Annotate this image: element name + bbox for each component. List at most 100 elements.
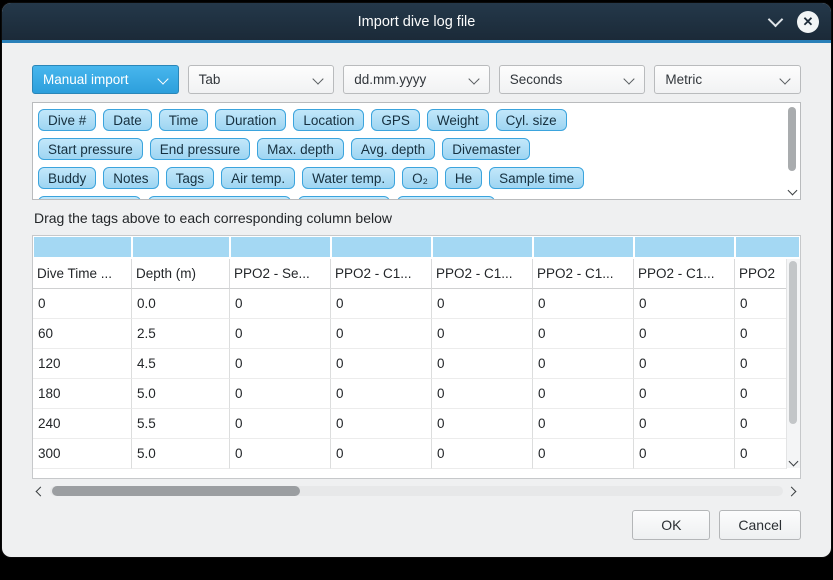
cancel-button[interactable]: Cancel: [719, 510, 801, 540]
tag-gps[interactable]: GPS: [371, 109, 420, 131]
table-cell: 0: [533, 409, 634, 439]
tag-max-depth[interactable]: Max. depth: [257, 138, 344, 160]
table-cell: 0: [533, 319, 634, 349]
combo-selected-value: dd.mm.yyyy: [354, 72, 426, 87]
table-cell: 0: [634, 349, 735, 379]
table-cell: 5.0: [132, 439, 230, 469]
drop-target[interactable]: [133, 237, 231, 257]
tag-cyl-size[interactable]: Cyl. size: [496, 109, 567, 131]
scrollbar-thumb[interactable]: [789, 261, 797, 424]
scroll-left-icon[interactable]: [34, 485, 46, 497]
chevron-down-icon[interactable]: [768, 12, 784, 28]
table-cell: 0: [634, 319, 735, 349]
tag-buddy[interactable]: Buddy: [38, 167, 96, 189]
tag-sample-time[interactable]: Sample time: [489, 167, 584, 189]
drop-target[interactable]: [34, 237, 133, 257]
table-row: 2405.5000000: [33, 409, 787, 439]
tag-start-pressure[interactable]: Start pressure: [38, 138, 143, 160]
table-cell: 0: [230, 349, 331, 379]
tag-time[interactable]: Time: [159, 109, 209, 131]
tag-area-scrollbar[interactable]: [786, 105, 798, 197]
table-cell: 60: [33, 319, 132, 349]
drop-target[interactable]: [433, 237, 534, 257]
drop-target[interactable]: [736, 237, 799, 257]
import-preview-table: Dive Time ...Depth (m)PPO2 - Se...PPO2 -…: [32, 235, 801, 479]
table-cell: 0: [533, 289, 634, 319]
tag-tags[interactable]: Tags: [166, 167, 215, 189]
column-header: PPO2 - C1...: [634, 259, 735, 289]
tag-he[interactable]: He: [445, 167, 482, 189]
combo-selected-value: Tab: [199, 72, 221, 87]
table-cell: 0: [432, 379, 533, 409]
table-cell: 0: [432, 319, 533, 349]
tag-o[interactable]: O₂: [402, 167, 438, 189]
window-title: Import dive log file: [358, 14, 476, 30]
scrollbar-thumb[interactable]: [52, 486, 300, 496]
table-cell: 0: [33, 289, 132, 319]
table-header-row: Dive Time ...Depth (m)PPO2 - Se...PPO2 -…: [33, 259, 787, 289]
close-icon: ✕: [803, 14, 814, 30]
scroll-down-icon[interactable]: [788, 458, 798, 468]
tag-row: Sample depth Sample temperature Sample pO₂…: [38, 196, 776, 200]
table-cell: 0: [230, 289, 331, 319]
table-cell: 0: [432, 289, 533, 319]
tag-row: Buddy Notes Tags Air temp. Water temp. O₂ He Sa…: [38, 167, 776, 191]
drop-target[interactable]: [332, 237, 433, 257]
drop-target[interactable]: [231, 237, 332, 257]
combo-manual-import[interactable]: Manual import: [32, 65, 179, 94]
tag-duration[interactable]: Duration: [215, 109, 286, 131]
scroll-right-icon[interactable]: [787, 485, 799, 497]
tag-end-pressure[interactable]: End pressure: [150, 138, 250, 160]
table-cell: 0: [230, 409, 331, 439]
tag-notes[interactable]: Notes: [103, 167, 158, 189]
table-cell: 0: [331, 289, 432, 319]
tag-date[interactable]: Date: [103, 109, 152, 131]
table-cell: 0: [634, 289, 735, 319]
tag-divemaster[interactable]: Divemaster: [442, 138, 530, 160]
combo-dd-mm-yyyy[interactable]: dd.mm.yyyy: [343, 65, 490, 94]
tag-air-temp[interactable]: Air temp.: [221, 167, 295, 189]
tag-location[interactable]: Location: [293, 109, 364, 131]
tag-sample-cns[interactable]: Sample CNS: [397, 196, 495, 200]
scrollbar-track[interactable]: [50, 486, 783, 496]
tag-sample-po[interactable]: Sample pO₂: [298, 196, 391, 200]
close-button[interactable]: ✕: [797, 11, 819, 33]
titlebar[interactable]: Import dive log file ✕: [2, 3, 831, 40]
combo-metric[interactable]: Metric: [654, 65, 801, 94]
chevron-down-icon: [624, 73, 635, 84]
table-cell: 180: [33, 379, 132, 409]
table-cell: 0: [230, 379, 331, 409]
table-cell: 0: [634, 439, 735, 469]
table-cell: 0: [432, 349, 533, 379]
scroll-down-icon[interactable]: [787, 187, 797, 197]
tag-sample-depth[interactable]: Sample depth: [38, 196, 141, 200]
table-cell: 0: [533, 379, 634, 409]
table-row: 1805.0000000: [33, 379, 787, 409]
column-header: Depth (m): [132, 259, 230, 289]
drag-instruction-label: Drag the tags above to each correspondin…: [34, 210, 801, 226]
chevron-down-icon: [468, 73, 479, 84]
table-cell: 0: [432, 409, 533, 439]
tag-avg-depth[interactable]: Avg. depth: [351, 138, 435, 160]
ok-button[interactable]: OK: [632, 510, 710, 540]
drop-target[interactable]: [635, 237, 736, 257]
scrollbar-thumb[interactable]: [788, 107, 796, 171]
table-cell: 0: [634, 379, 735, 409]
column-header: PPO2 - C1...: [331, 259, 432, 289]
tag-area: Dive # Date Time Duration Location GPS Weight C…: [32, 102, 801, 200]
table-cell: 0: [634, 409, 735, 439]
combo-seconds[interactable]: Seconds: [499, 65, 646, 94]
drop-target-row: [34, 237, 799, 257]
tag-dive[interactable]: Dive #: [38, 109, 96, 131]
drop-target[interactable]: [534, 237, 635, 257]
table-rows: 00.0000000602.50000001204.50000001805.00…: [33, 289, 787, 469]
table-vertical-scrollbar[interactable]: [786, 259, 800, 468]
tag-sample-temperature[interactable]: Sample temperature: [148, 196, 290, 200]
combo-tab[interactable]: Tab: [188, 65, 335, 94]
tag-water-temp[interactable]: Water temp.: [302, 167, 395, 189]
table-cell: 0: [735, 289, 787, 319]
table-horizontal-scrollbar[interactable]: [32, 484, 801, 498]
table-cell: 0.0: [132, 289, 230, 319]
column-header: PPO2 - Se...: [230, 259, 331, 289]
tag-weight[interactable]: Weight: [427, 109, 489, 131]
